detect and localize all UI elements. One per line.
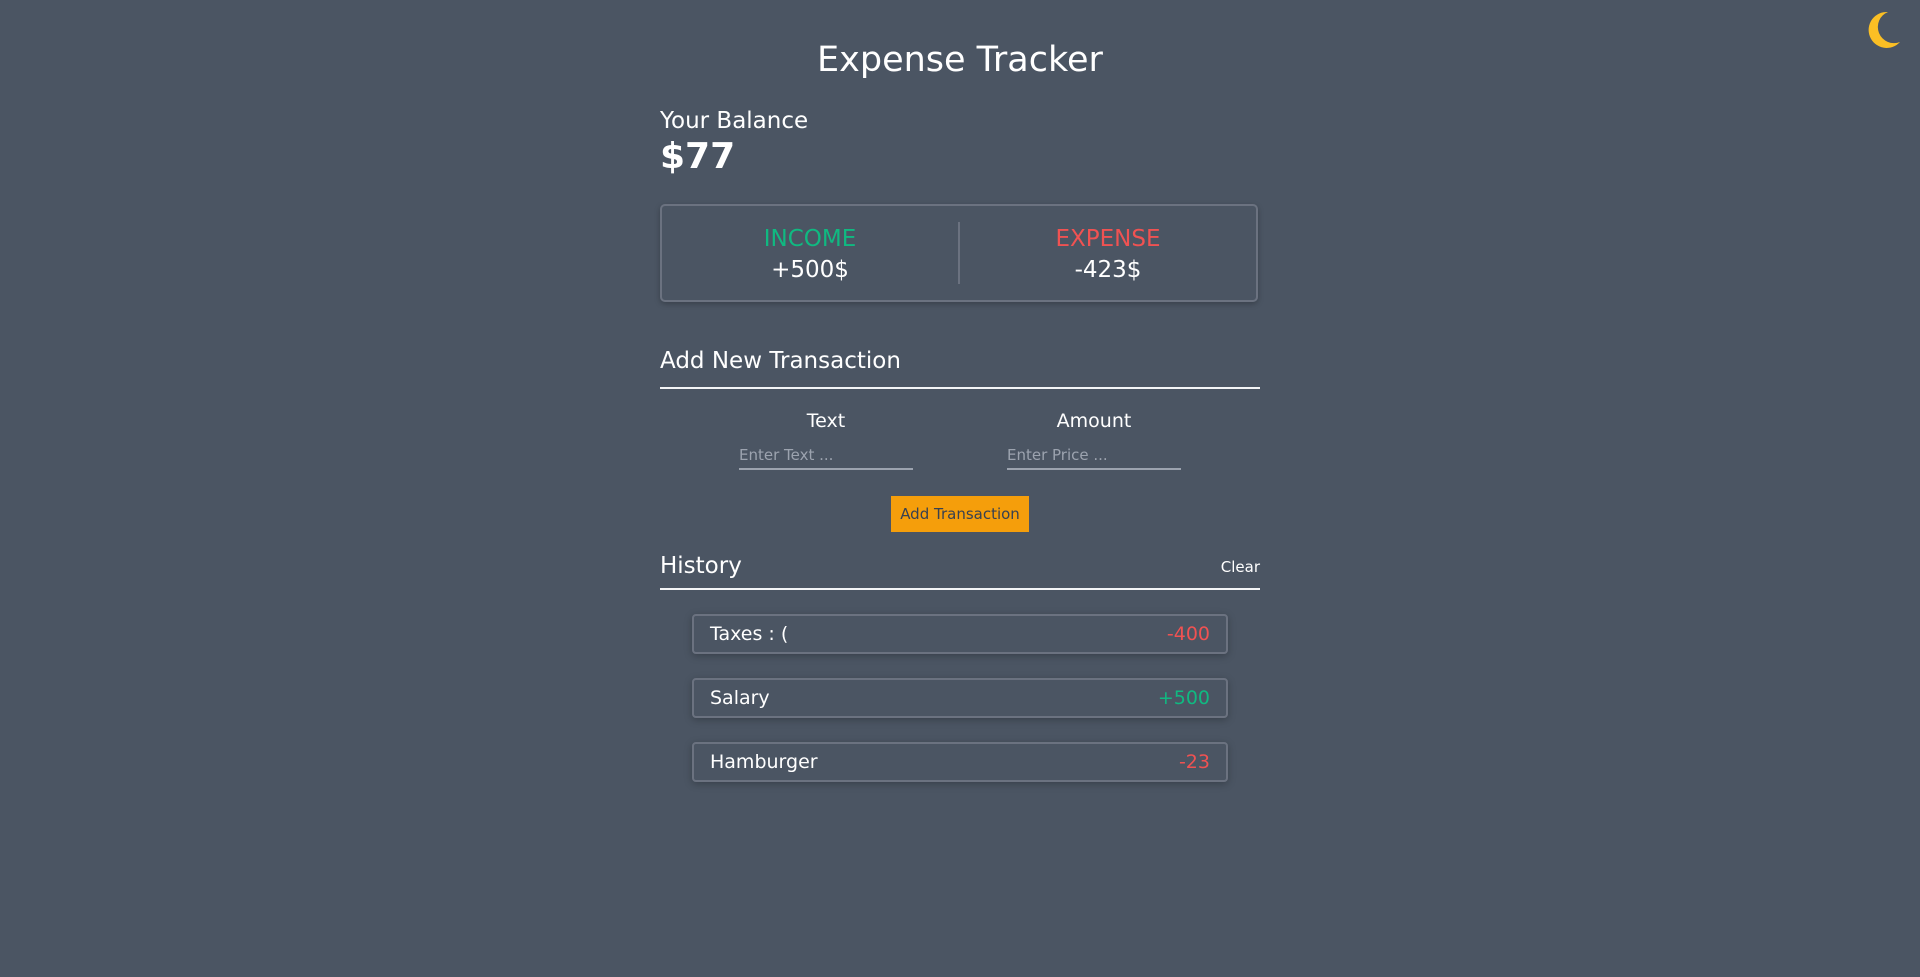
add-transaction-button[interactable]: Add Transaction [891, 496, 1029, 532]
history-item-amount: -23 [1178, 751, 1210, 773]
expense-summary: EXPENSE -423$ [960, 206, 1256, 300]
text-field-group: Text [739, 406, 913, 470]
history-heading: History [660, 553, 742, 579]
text-field-label: Text [806, 410, 846, 432]
history-item[interactable]: Taxes : ( -400 [692, 614, 1228, 654]
expense-label: EXPENSE [1055, 226, 1161, 252]
amount-input[interactable] [1007, 444, 1181, 470]
history-header: History Clear [660, 548, 1260, 590]
transaction-form: Text Amount [660, 406, 1260, 476]
expense-value: -423$ [1074, 257, 1142, 283]
amount-field-group: Amount [1007, 406, 1181, 470]
history-item-amount: -400 [1166, 623, 1210, 645]
theme-toggle-button[interactable] [1862, 8, 1902, 52]
history-item[interactable]: Salary +500 [692, 678, 1228, 718]
income-expense-summary: INCOME +500$ EXPENSE -423$ [660, 204, 1258, 302]
balance-label: Your Balance [660, 108, 809, 134]
amount-field-label: Amount [1056, 410, 1132, 432]
history-item[interactable]: Hamburger -23 [692, 742, 1228, 782]
income-summary: INCOME +500$ [662, 206, 958, 300]
history-item-text: Hamburger [710, 751, 818, 773]
moon-icon [1868, 11, 1900, 48]
page-title: Expense Tracker [817, 40, 1103, 80]
add-transaction-header: Add New Transaction [660, 343, 1260, 389]
add-transaction-heading: Add New Transaction [660, 348, 901, 374]
history-item-amount: +500 [1157, 687, 1210, 709]
history-list: Taxes : ( -400 Salary +500 Hamburger -23 [692, 614, 1228, 806]
history-item-text: Taxes : ( [710, 623, 789, 645]
history-item-text: Salary [710, 687, 770, 709]
income-value: +500$ [771, 257, 849, 283]
text-input[interactable] [739, 444, 913, 470]
clear-history-button[interactable]: Clear [1221, 558, 1260, 576]
balance-value: $77 [660, 136, 736, 177]
income-label: INCOME [763, 226, 857, 252]
